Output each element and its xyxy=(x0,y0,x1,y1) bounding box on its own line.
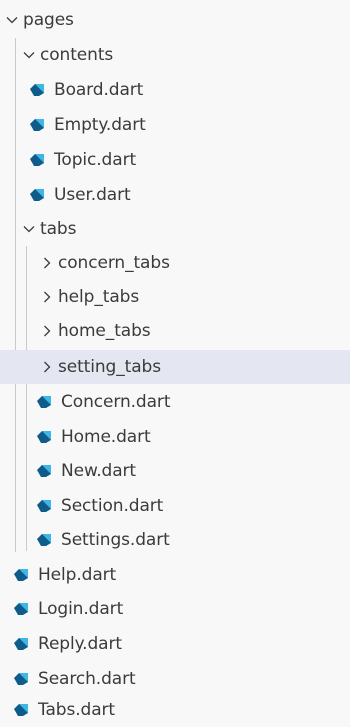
chevron-right-icon xyxy=(38,314,56,348)
folder-pages[interactable]: pages xyxy=(0,3,350,37)
file-label: Empty.dart xyxy=(54,115,146,135)
file-label: Section.dart xyxy=(61,496,164,516)
folder-label: concern_tabs xyxy=(58,253,170,273)
folder-help-tabs[interactable]: help_tabs xyxy=(0,280,350,314)
file-search-dart[interactable]: Search.dart xyxy=(0,662,350,696)
dart-file-icon xyxy=(28,73,46,107)
file-board-dart[interactable]: Board.dart xyxy=(0,73,350,107)
file-label: Reply.dart xyxy=(38,634,122,654)
folder-label: pages xyxy=(23,10,74,30)
dart-file-icon xyxy=(12,558,30,592)
chevron-right-icon xyxy=(38,280,56,314)
dart-file-icon xyxy=(12,627,30,661)
dart-file-icon xyxy=(28,178,46,212)
file-label: Search.dart xyxy=(38,669,136,689)
file-label: Topic.dart xyxy=(54,150,137,170)
folder-label: tabs xyxy=(40,219,77,239)
folder-concern-tabs[interactable]: concern_tabs xyxy=(0,246,350,280)
folder-contents[interactable]: contents xyxy=(0,38,350,72)
file-help-dart[interactable]: Help.dart xyxy=(0,558,350,592)
dart-file-icon xyxy=(35,420,53,454)
folder-label: contents xyxy=(40,45,114,65)
file-reply-dart[interactable]: Reply.dart xyxy=(0,627,350,661)
file-label: Concern.dart xyxy=(61,392,171,412)
folder-tabs[interactable]: tabs xyxy=(0,212,350,246)
dart-file-icon xyxy=(28,143,46,177)
dart-file-icon xyxy=(35,454,53,488)
file-new-dart[interactable]: New.dart xyxy=(0,454,350,488)
folder-label: setting_tabs xyxy=(58,357,161,377)
file-concern-dart[interactable]: Concern.dart xyxy=(0,385,350,419)
file-login-dart[interactable]: Login.dart xyxy=(0,592,350,626)
file-label: User.dart xyxy=(54,185,131,205)
file-label: New.dart xyxy=(61,461,136,481)
chevron-down-icon xyxy=(3,3,21,37)
file-user-dart[interactable]: User.dart xyxy=(0,178,350,212)
dart-file-icon xyxy=(35,523,53,557)
dart-file-icon xyxy=(28,108,46,142)
folder-home-tabs[interactable]: home_tabs xyxy=(0,314,350,348)
chevron-down-icon xyxy=(20,212,38,246)
file-home-dart[interactable]: Home.dart xyxy=(0,420,350,454)
file-label: Settings.dart xyxy=(61,530,170,550)
file-explorer-tree: pages contents Board.dart Empty.dart Top… xyxy=(0,0,350,727)
dart-file-icon xyxy=(35,489,53,523)
folder-label: home_tabs xyxy=(58,321,151,341)
chevron-right-icon xyxy=(38,246,56,280)
file-label: Help.dart xyxy=(38,565,117,585)
file-label: Board.dart xyxy=(54,80,144,100)
folder-label: help_tabs xyxy=(58,287,140,307)
chevron-right-icon xyxy=(38,350,56,384)
file-label: Tabs.dart xyxy=(38,700,116,720)
file-topic-dart[interactable]: Topic.dart xyxy=(0,143,350,177)
file-empty-dart[interactable]: Empty.dart xyxy=(0,108,350,142)
dart-file-icon xyxy=(12,662,30,696)
folder-setting-tabs[interactable]: setting_tabs xyxy=(0,350,350,384)
dart-file-icon xyxy=(12,592,30,626)
file-section-dart[interactable]: Section.dart xyxy=(0,489,350,523)
dart-file-icon xyxy=(35,385,53,419)
dart-file-icon xyxy=(12,693,30,727)
file-settings-dart[interactable]: Settings.dart xyxy=(0,523,350,557)
file-label: Login.dart xyxy=(38,599,124,619)
file-label: Home.dart xyxy=(61,427,151,447)
chevron-down-icon xyxy=(20,38,38,72)
file-tabs-dart[interactable]: Tabs.dart xyxy=(0,693,350,727)
